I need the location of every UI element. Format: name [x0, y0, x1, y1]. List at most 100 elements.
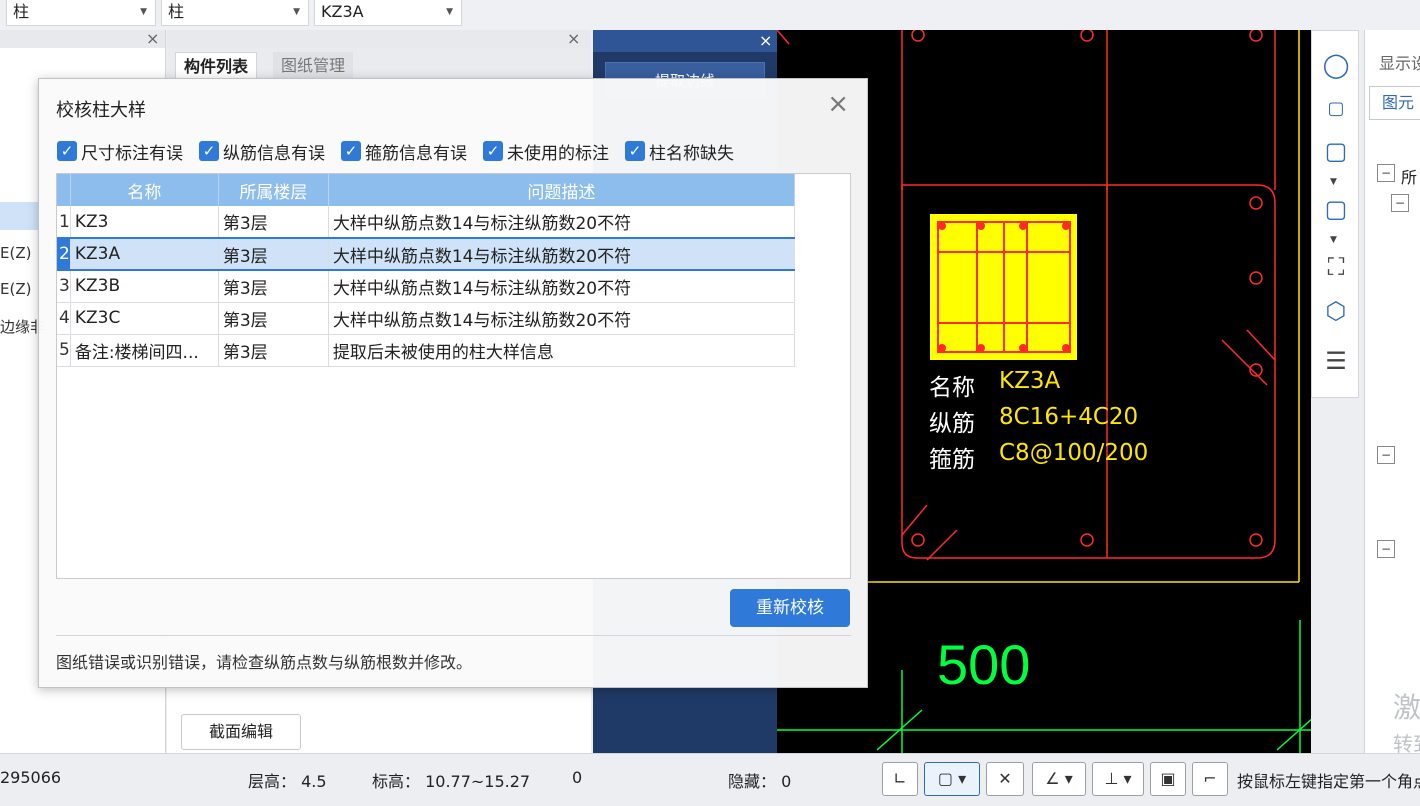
row-number: 3 [57, 270, 71, 303]
column-header-floor[interactable]: 所属楼层 [218, 174, 329, 206]
divider [56, 635, 851, 636]
filter-label: 尺寸标注有误 [81, 143, 183, 164]
close-icon[interactable]: × [827, 89, 849, 119]
checkbox-checked-icon[interactable]: ✓ [625, 141, 645, 161]
coordinate-readout: 295066 [0, 768, 62, 787]
filter-label: 柱名称缺失 [649, 143, 734, 164]
filter-long-rebar[interactable]: ✓ 纵筋信息有误 [199, 138, 325, 164]
selected-tree-item[interactable] [0, 202, 38, 230]
panel-title: 显示设 [1379, 54, 1420, 73]
cell-description: 大样中纵筋点数14与标注纵筋数20不符 [328, 237, 795, 271]
elevation: 标高： 10.77~15.27 [372, 772, 531, 791]
cell-floor: 第3层 [218, 302, 329, 335]
ortho-icon[interactable]: ∟ [882, 762, 918, 796]
checkbox-checked-icon[interactable]: ✓ [57, 141, 77, 161]
status-zero: 0 [572, 768, 583, 787]
panel-header: × [167, 30, 591, 48]
floor-height: 层高： 4.5 [248, 772, 327, 791]
dialog-title: 校核柱大样 [56, 100, 146, 121]
tree-collapse-icon[interactable]: − [1377, 540, 1395, 558]
cell-name: 备注:楼梯间四... [70, 334, 219, 367]
hidden-count: 隐藏： 0 [728, 772, 792, 791]
display-settings-icon[interactable]: ☰ [1320, 345, 1352, 377]
chevron-down-icon[interactable]: ▼ [1330, 235, 1337, 245]
issue-table: 名称 所属楼层 问题描述 1 KZ3 第3层 大样中纵筋点数14与标注纵筋数20… [56, 173, 851, 579]
cad-long-rebar-label: 纵筋 [929, 411, 975, 437]
filter-dimension[interactable]: ✓ 尺寸标注有误 [57, 138, 183, 164]
cad-stirrup-value: C8@100/200 [999, 440, 1149, 466]
table-row[interactable]: 4 KZ3C 第3层 大样中纵筋点数14与标注纵筋数20不符 [57, 302, 795, 335]
recheck-button[interactable]: 重新校核 [730, 589, 850, 627]
table-row-selected[interactable]: 2 KZ3A 第3层 大样中纵筋点数14与标注纵筋数20不符 [57, 237, 795, 271]
component-value: KZ3A [321, 2, 364, 21]
close-icon[interactable]: × [146, 30, 159, 48]
filter-label: 箍筋信息有误 [365, 143, 467, 164]
tree-collapse-icon[interactable]: − [1391, 194, 1409, 212]
table-row[interactable]: 3 KZ3B 第3层 大样中纵筋点数14与标注纵筋数20不符 [57, 270, 795, 303]
shape-icon[interactable]: ◯ [1320, 49, 1352, 81]
chevron-down-icon: ▼ [446, 7, 453, 17]
snap-icon[interactable]: ⊥ ▾ [1092, 762, 1144, 796]
table-row[interactable]: 5 备注:楼梯间四... 第3层 提取后未被使用的柱大样信息 [57, 334, 795, 367]
status-bar: 295066 层高： 4.5 标高： 10.77~15.27 0 隐藏： 0 ∟… [0, 753, 1420, 806]
cross-select-icon[interactable]: ✕ [986, 762, 1024, 796]
dynamic-input-icon[interactable]: ▣ [1150, 762, 1186, 796]
cell-description: 大样中纵筋点数14与标注纵筋数20不符 [328, 270, 795, 303]
3d-view-icon[interactable]: ▢ [1320, 93, 1352, 125]
tree-item[interactable]: E(Z) [0, 280, 31, 298]
row-number-header [57, 174, 71, 206]
tree-item[interactable]: E(Z) [0, 244, 31, 262]
cell-name: KZ3A [70, 237, 219, 271]
column-header-description[interactable]: 问题描述 [328, 174, 795, 206]
cell-description: 提取后未被使用的柱大样信息 [328, 334, 795, 367]
check-column-detail-dialog: 校核柱大样 × ✓ 尺寸标注有误 ✓ 纵筋信息有误 ✓ 箍筋信息有误 ✓ 未使用… [38, 78, 868, 688]
checkbox-checked-icon[interactable]: ✓ [483, 141, 503, 161]
tab-drawing-management[interactable]: 图纸管理 [273, 52, 354, 80]
filter-missing-name[interactable]: ✓ 柱名称缺失 [625, 138, 734, 164]
tree-node-label: 所 [1401, 168, 1418, 187]
checkbox-checked-icon[interactable]: ✓ [199, 141, 219, 161]
filter-checkboxes: ✓ 尺寸标注有误 ✓ 纵筋信息有误 ✓ 箍筋信息有误 ✓ 未使用的标注 ✓ 柱名… [57, 138, 750, 164]
cell-name: KZ3 [70, 206, 219, 239]
cell-floor: 第3层 [218, 270, 329, 303]
row-number: 2 [57, 237, 71, 271]
cad-name-value: KZ3A [999, 368, 1061, 394]
table-row[interactable]: 1 KZ3 第3层 大样中纵筋点数14与标注纵筋数20不符 [57, 206, 795, 239]
view-toolbar: ◯ ▢ ▢ ▼ ▢ ▼ ⛶ ⬡ ☰ [1311, 30, 1359, 398]
cad-long-rebar-value: 8C16+4C20 [999, 404, 1139, 430]
tree-collapse-icon[interactable]: − [1377, 446, 1395, 464]
angle-icon[interactable]: ∠ ▾ [1032, 762, 1086, 796]
column-header-name[interactable]: 名称 [70, 174, 219, 206]
cad-name-label: 名称 [929, 375, 975, 401]
row-number: 5 [57, 334, 71, 367]
cell-name: KZ3C [70, 302, 219, 335]
close-icon[interactable]: × [567, 30, 580, 48]
isolate-icon[interactable]: ⬡ [1320, 295, 1352, 327]
filter-stirrup[interactable]: ✓ 箍筋信息有误 [341, 138, 467, 164]
tree-collapse-icon[interactable]: − [1377, 164, 1395, 182]
category-value: 柱 [13, 2, 30, 21]
tab-element[interactable]: 图元 [1369, 86, 1420, 120]
row-number: 1 [57, 206, 71, 239]
close-icon[interactable]: × [759, 32, 772, 50]
panel-header: × [0, 30, 165, 48]
filter-label: 纵筋信息有误 [223, 143, 325, 164]
rectangle-select-icon[interactable]: ▢ ▾ [924, 762, 980, 796]
checkbox-checked-icon[interactable]: ✓ [341, 141, 361, 161]
tab-component-list[interactable]: 构件列表 [175, 52, 258, 80]
chevron-down-icon: ▼ [140, 7, 147, 17]
polar-icon[interactable]: ⌐ [1192, 762, 1228, 796]
filter-unused-annotation[interactable]: ✓ 未使用的标注 [483, 138, 609, 164]
cell-description: 大样中纵筋点数14与标注纵筋数20不符 [328, 302, 795, 335]
type-dropdown[interactable]: 柱 ▼ [161, 0, 309, 26]
section-edit-button[interactable]: 截面编辑 [181, 714, 301, 750]
fullscreen-icon[interactable]: ⛶ [1320, 251, 1352, 283]
chevron-down-icon[interactable]: ▼ [1330, 177, 1337, 187]
cube-icon[interactable]: ▢ [1320, 135, 1352, 167]
type-value: 柱 [168, 2, 185, 21]
row-number: 4 [57, 302, 71, 335]
component-dropdown[interactable]: KZ3A ▼ [314, 0, 462, 26]
category-dropdown[interactable]: 柱 ▼ [6, 0, 156, 26]
cell-floor: 第3层 [218, 334, 329, 367]
solid-cube-icon[interactable]: ▢ [1320, 193, 1352, 225]
